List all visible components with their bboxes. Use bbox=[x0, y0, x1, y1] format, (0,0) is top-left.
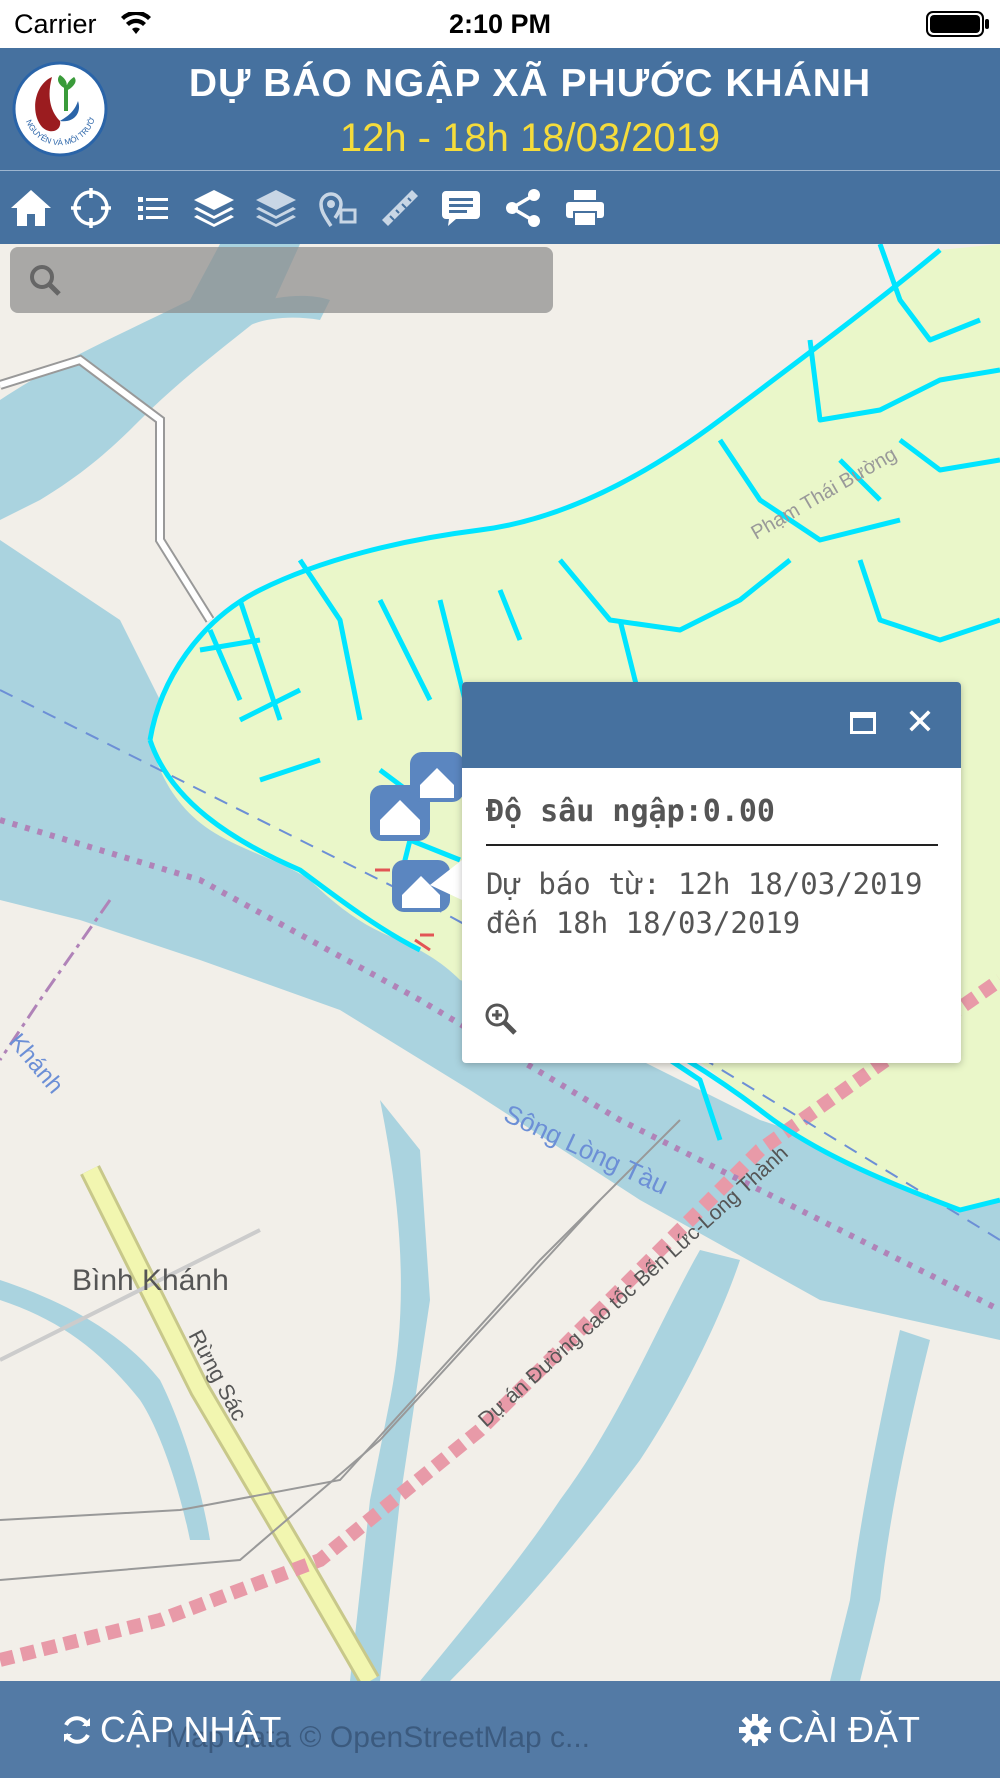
forecast-from-text: Dự báo từ: 12h 18/03/2019 bbox=[486, 867, 923, 901]
layers-icon bbox=[194, 190, 234, 227]
app-header: TÀI NGUYÊN VÀ MÔI TRƯỜNG DỰ BÁO NGẬP XÃ … bbox=[0, 48, 1000, 171]
basemap-icon bbox=[256, 190, 296, 227]
home-icon bbox=[11, 190, 51, 226]
app-title: DỰ BÁO NGẬP XÃ PHƯỚC KHÁNH bbox=[188, 62, 872, 105]
comment-icon bbox=[442, 191, 480, 226]
forecast-time-range: 12h - 18h 18/03/2019 bbox=[339, 116, 721, 160]
map-toolbar bbox=[0, 171, 1000, 244]
share-button[interactable] bbox=[500, 185, 546, 231]
settings-button[interactable]: CÀI ĐẶT bbox=[738, 1705, 920, 1755]
status-bar: Carrier 2:10 PM bbox=[0, 0, 1000, 48]
basemap-button[interactable] bbox=[253, 185, 299, 231]
list-icon bbox=[138, 197, 168, 220]
legend-list-button[interactable] bbox=[130, 185, 176, 231]
flood-info-popup: ✕ Độ sâu ngập:0.00 Dự báo từ: 12h 18/03/… bbox=[462, 682, 961, 1063]
identify-icon bbox=[319, 192, 357, 227]
locate-button[interactable] bbox=[68, 185, 114, 231]
battery-icon bbox=[926, 11, 990, 42]
locate-icon bbox=[71, 188, 111, 228]
map-label-binh-khanh: Bình Khánh bbox=[72, 1264, 229, 1297]
comment-button[interactable] bbox=[438, 185, 484, 231]
zoom-to-icon[interactable] bbox=[484, 1002, 518, 1041]
ministry-logo: TÀI NGUYÊN VÀ MÔI TRƯỜNG bbox=[9, 54, 108, 157]
maximize-icon[interactable] bbox=[850, 712, 876, 734]
print-button[interactable] bbox=[562, 185, 608, 231]
app-screen: Carrier 2:10 PM NGUYÊN VÀ MÔI TRƯỜ DỰ BÁ… bbox=[0, 0, 1000, 1778]
home-button[interactable] bbox=[8, 185, 54, 231]
clock: 2:10 PM bbox=[448, 9, 552, 39]
update-button-label: CẬP NHẬT bbox=[100, 1709, 282, 1750]
settings-button-label: CÀI ĐẶT bbox=[778, 1709, 921, 1750]
forecast-to-text: đến 18h 18/03/2019 bbox=[486, 906, 801, 940]
popup-header: ✕ bbox=[462, 682, 961, 768]
bottom-bar: Map data © OpenStreetMap c... CẬP NHẬT C… bbox=[0, 1681, 1000, 1778]
search-input[interactable] bbox=[70, 257, 544, 305]
popup-divider bbox=[486, 844, 938, 846]
measure-icon bbox=[382, 190, 418, 226]
print-icon bbox=[566, 190, 604, 227]
close-icon[interactable]: ✕ bbox=[902, 702, 938, 742]
gear-icon bbox=[738, 1713, 772, 1747]
layers-button[interactable] bbox=[191, 185, 237, 231]
flood-depth-label: Độ sâu ngập:0.00 bbox=[486, 794, 775, 829]
search-icon bbox=[28, 263, 62, 302]
search-bar[interactable] bbox=[10, 247, 553, 313]
update-button[interactable]: CẬP NHẬT bbox=[60, 1705, 281, 1755]
measure-button[interactable] bbox=[377, 185, 423, 231]
refresh-icon bbox=[60, 1713, 94, 1747]
identify-button[interactable] bbox=[316, 185, 362, 231]
share-icon bbox=[506, 189, 540, 227]
